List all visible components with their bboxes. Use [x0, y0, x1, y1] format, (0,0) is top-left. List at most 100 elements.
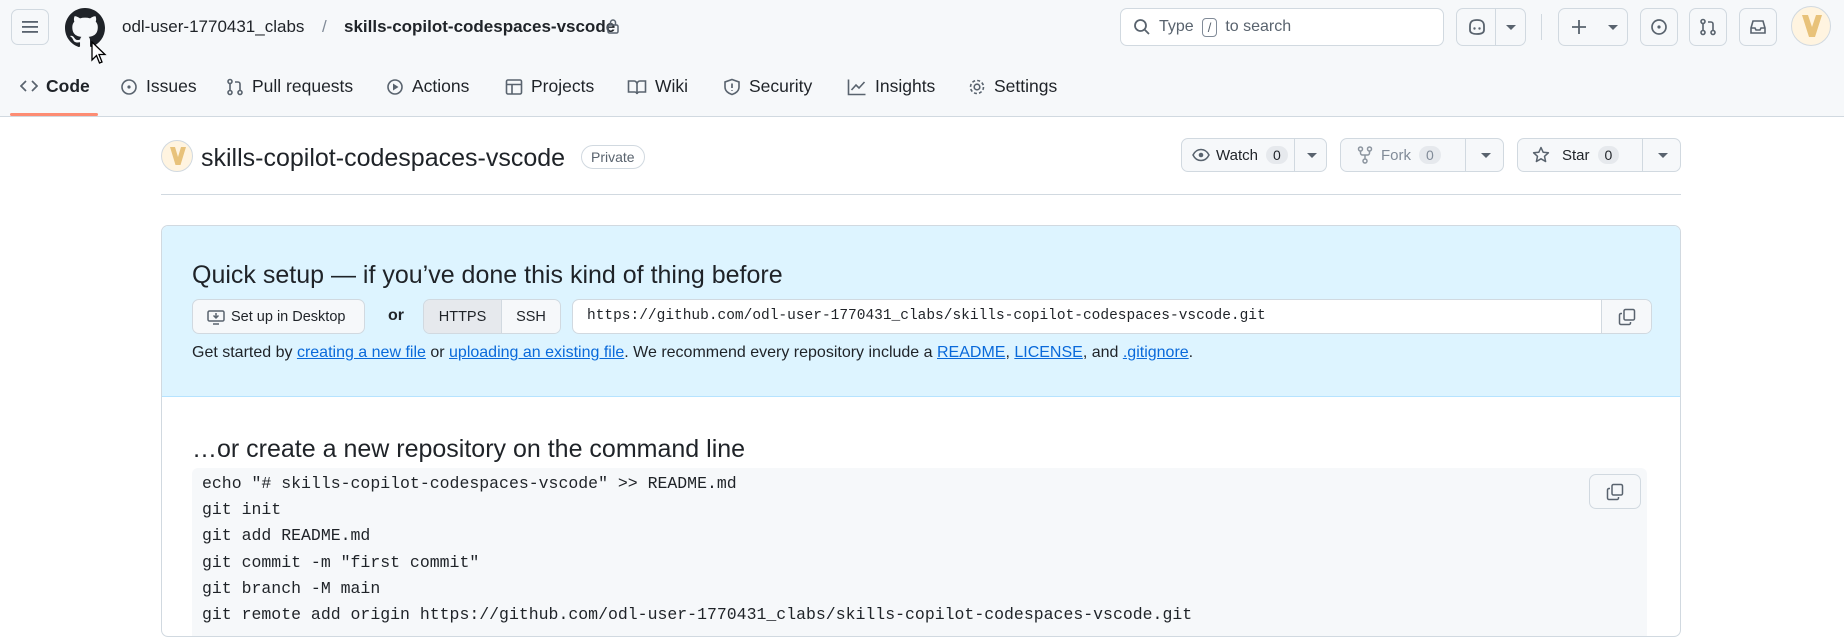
copy-icon: [1606, 483, 1624, 500]
fork-button[interactable]: Fork 0: [1340, 138, 1504, 172]
issues-button[interactable]: [1640, 8, 1678, 46]
help-text: Get started by: [192, 344, 297, 361]
pull-request-icon: [227, 78, 243, 96]
star-button[interactable]: Star 0: [1517, 138, 1681, 172]
readme-link[interactable]: README: [937, 344, 1005, 361]
help-text: . We recommend every repository include …: [624, 344, 937, 361]
code-line: echo "# skills-copilot-codespaces-vscode…: [202, 474, 737, 493]
quick-setup-section: Quick setup — if you’ve done this kind o…: [162, 226, 1680, 397]
command-line-heading: …or create a new repository on the comma…: [192, 435, 746, 463]
tab-label: Issues: [146, 76, 197, 96]
play-icon: [387, 79, 403, 95]
mouse-cursor-icon: [91, 41, 107, 64]
tab-wiki[interactable]: Wiki: [627, 68, 688, 116]
create-new-button[interactable]: [1558, 8, 1628, 46]
upload-file-link[interactable]: uploading an existing file: [449, 344, 624, 361]
copilot-divider: [1495, 9, 1496, 45]
tab-insights[interactable]: Insights: [847, 68, 935, 116]
owner-avatar[interactable]: [161, 140, 193, 172]
tab-issues[interactable]: Issues: [120, 68, 197, 116]
tab-label: Actions: [412, 76, 470, 96]
code-line: git branch -M main: [202, 579, 381, 598]
star-label: Star: [1562, 146, 1590, 164]
eye-icon: [1192, 148, 1210, 162]
help-text: , and: [1082, 344, 1123, 361]
fork-divider: [1465, 139, 1466, 171]
help-text: ,: [1005, 344, 1015, 361]
copy-url-button[interactable]: [1601, 300, 1651, 333]
help-text: or: [425, 344, 450, 361]
gear-icon: [969, 79, 985, 95]
setup-help-text: Get started by creating a new file or up…: [192, 344, 1193, 362]
help-text: .: [1188, 344, 1194, 361]
star-divider: [1642, 139, 1643, 171]
fork-count: 0: [1419, 146, 1441, 164]
copilot-button[interactable]: [1456, 8, 1526, 46]
top-bar: odl-user-1770431_clabs / skills-copilot-…: [0, 0, 1844, 64]
plus-icon: [1572, 20, 1586, 34]
chevron-down-icon: [1658, 153, 1668, 158]
create-new-file-link[interactable]: creating a new file: [297, 344, 426, 361]
tab-label: Security: [749, 76, 813, 96]
graph-icon: [847, 79, 866, 96]
quick-setup-box: Quick setup — if you’ve done this kind o…: [161, 225, 1681, 637]
tab-settings[interactable]: Settings: [968, 68, 1057, 116]
menu-button[interactable]: [11, 9, 49, 45]
tab-label: Projects: [531, 76, 595, 96]
table-icon: [505, 79, 523, 95]
issue-icon: [121, 79, 137, 95]
code-line: git add README.md: [202, 526, 371, 545]
search-shortcut-key: /: [1201, 17, 1218, 37]
inbox-button[interactable]: [1739, 8, 1777, 46]
setup-in-desktop-label: Set up in Desktop: [231, 308, 346, 325]
issue-opened-icon: [1651, 19, 1667, 35]
chevron-down-icon[interactable]: [1505, 24, 1517, 32]
inbox-icon: [1750, 20, 1766, 34]
book-icon: [627, 80, 647, 95]
star-icon: [1532, 146, 1550, 163]
lock-icon: [607, 19, 619, 34]
watch-divider: [1294, 139, 1295, 171]
search-input[interactable]: Type / to search: [1120, 8, 1444, 46]
breadcrumb-repo[interactable]: skills-copilot-codespaces-vscode: [344, 17, 615, 37]
tab-actions[interactable]: Actions: [386, 68, 469, 116]
tab-label: Wiki: [655, 76, 689, 96]
watch-count: 0: [1265, 146, 1288, 164]
header-divider: [1541, 14, 1542, 40]
tab-projects[interactable]: Projects: [505, 68, 594, 116]
tab-code[interactable]: Code: [20, 68, 90, 116]
tab-pull-requests[interactable]: Pull requests: [226, 68, 353, 116]
code-icon: [20, 80, 38, 92]
visibility-badge: Private: [581, 145, 645, 169]
git-pull-request-icon: [1700, 18, 1716, 36]
repo-title[interactable]: skills-copilot-codespaces-vscode: [201, 144, 565, 173]
search-icon: [1134, 19, 1150, 35]
hamburger-icon: [22, 21, 38, 33]
app-header: odl-user-1770431_clabs / skills-copilot-…: [0, 0, 1844, 117]
pull-requests-button[interactable]: [1689, 8, 1727, 46]
clone-url-field[interactable]: https://github.com/odl-user-1770431_clab…: [572, 299, 1652, 334]
search-prefix: Type: [1159, 18, 1194, 35]
chevron-down-icon: [1307, 153, 1317, 158]
tab-label: Code: [46, 76, 90, 96]
protocol-label: HTTPS: [438, 308, 487, 325]
tab-label: Insights: [875, 76, 936, 96]
gitignore-link[interactable]: .gitignore: [1123, 344, 1189, 361]
code-line: git remote add origin https://github.com…: [202, 605, 1193, 624]
copilot-icon: [1469, 19, 1485, 35]
repo-header: skills-copilot-codespaces-vscode Private…: [161, 135, 1681, 195]
repo-forked-icon: [1357, 146, 1373, 164]
copy-commands-button[interactable]: [1589, 474, 1641, 509]
fork-label: Fork: [1381, 146, 1411, 164]
protocol-https-button[interactable]: HTTPS: [424, 300, 502, 333]
clone-url-value[interactable]: https://github.com/odl-user-1770431_clab…: [587, 308, 1266, 324]
license-link[interactable]: LICENSE: [1014, 344, 1082, 361]
breadcrumb-owner[interactable]: odl-user-1770431_clabs: [122, 17, 304, 37]
protocol-ssh-button[interactable]: SSH: [502, 300, 560, 333]
watch-button[interactable]: Watch 0: [1181, 138, 1327, 172]
chevron-down-icon: [1481, 153, 1491, 158]
setup-in-desktop-button[interactable]: Set up in Desktop: [192, 299, 365, 334]
avatar-identicon-icon: [170, 147, 186, 165]
tab-security[interactable]: Security: [723, 68, 812, 116]
user-avatar[interactable]: [1791, 6, 1831, 46]
